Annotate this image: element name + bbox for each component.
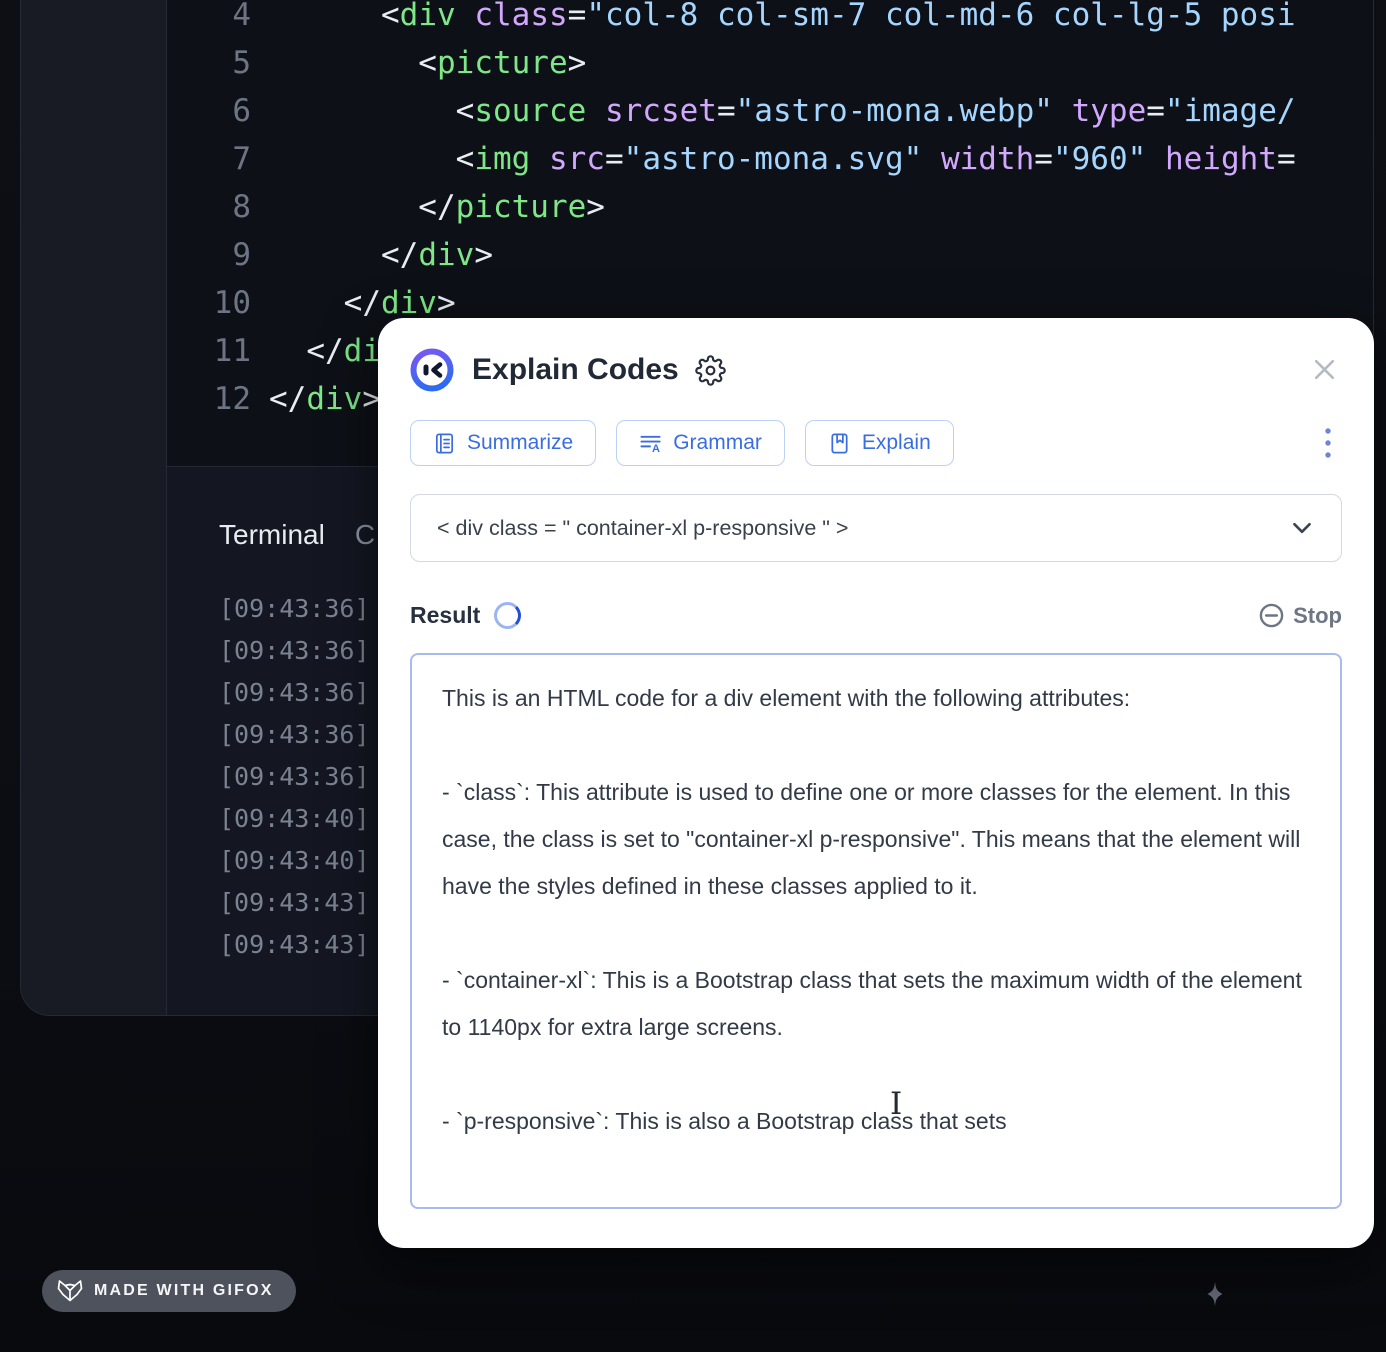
line-number: 5 bbox=[232, 45, 251, 81]
grammar-label: Grammar bbox=[673, 431, 762, 454]
terminal-header: Terminal C bbox=[219, 519, 375, 551]
terminal-log-line: [09:43:36] bbox=[219, 720, 370, 749]
book-bookmark-icon bbox=[831, 433, 848, 453]
code-line[interactable]: 7 <img src="astro-mona.svg" width="960" … bbox=[167, 135, 1373, 183]
stop-button[interactable]: Stop bbox=[1258, 602, 1342, 629]
fox-icon bbox=[57, 1280, 83, 1302]
result-header: Result Stop bbox=[410, 602, 1342, 629]
code-text: <img src="astro-mona.svg" width="960" he… bbox=[269, 141, 1296, 177]
gifox-label: MADE WITH GIFOX bbox=[94, 1282, 274, 1299]
line-number: 10 bbox=[213, 285, 251, 321]
result-paragraph: - `container-xl`: This is a Bootstrap cl… bbox=[442, 967, 1302, 1040]
code-text: <div class="col-8 col-sm-7 col-md-6 col-… bbox=[269, 0, 1296, 33]
dialog-header: Explain Codes bbox=[378, 318, 1374, 392]
terminal-tab[interactable]: Terminal bbox=[219, 519, 325, 551]
stop-label: Stop bbox=[1293, 602, 1342, 628]
terminal-log-line: [09:43:43] bbox=[219, 888, 370, 917]
code-text: </picture> bbox=[269, 189, 605, 225]
code-text: </div> bbox=[269, 381, 381, 417]
line-number: 12 bbox=[213, 381, 251, 417]
explain-label: Explain bbox=[861, 431, 931, 454]
summarize-label: Summarize bbox=[467, 431, 574, 454]
code-line[interactable]: 6 <source srcset="astro-mona.webp" type=… bbox=[167, 87, 1373, 135]
explain-codes-dialog: Explain Codes Summarize A Grammar Explai… bbox=[378, 318, 1374, 1248]
terminal-log-line: [09:43:43] bbox=[219, 930, 370, 959]
line-number: 7 bbox=[232, 141, 251, 177]
code-snippet-select[interactable]: < div class = " container-xl p-responsiv… bbox=[410, 494, 1342, 562]
line-number: 11 bbox=[213, 333, 251, 369]
terminal-log-line: [09:43:36] bbox=[219, 636, 370, 665]
journal-text-icon bbox=[435, 433, 454, 453]
line-number: 4 bbox=[232, 0, 251, 33]
terminal-log-line: [09:43:36] bbox=[219, 594, 370, 623]
result-paragraph: - `p-responsive`: This is also a Bootstr… bbox=[442, 1108, 1007, 1134]
terminal-log-line: [09:43:40] bbox=[219, 804, 370, 833]
selected-snippet: < div class = " container-xl p-responsiv… bbox=[437, 515, 849, 540]
result-paragraph: This is an HTML code for a div element w… bbox=[442, 685, 1131, 711]
text-lines-a-icon: A bbox=[640, 435, 661, 455]
close-button[interactable] bbox=[1311, 356, 1338, 383]
terminal-output[interactable]: [09:43:36] [09:43:36] [09:43:36] [09:43:36]… bbox=[219, 588, 370, 966]
close-icon bbox=[1314, 359, 1335, 380]
code-line[interactable]: 4 <div class="col-8 col-sm-7 col-md-6 co… bbox=[167, 0, 1373, 39]
terminal-log-line: [09:43:40] bbox=[219, 846, 370, 875]
dialog-title: Explain Codes bbox=[472, 353, 679, 386]
code-line[interactable]: 5 <picture> bbox=[167, 39, 1373, 87]
code-text: <picture> bbox=[269, 45, 587, 81]
explain-button[interactable]: Explain bbox=[804, 420, 954, 466]
line-number: 9 bbox=[232, 237, 251, 273]
chevron-down-icon bbox=[1293, 522, 1311, 534]
code-line[interactable]: 8 </picture> bbox=[167, 183, 1373, 231]
settings-button[interactable] bbox=[694, 354, 726, 386]
result-text-area[interactable]: This is an HTML code for a div element w… bbox=[410, 653, 1342, 1209]
sparkle-icon bbox=[1207, 1282, 1223, 1306]
loading-spinner-icon bbox=[494, 602, 522, 629]
result-label: Result bbox=[410, 602, 481, 628]
gear-icon bbox=[694, 354, 726, 386]
code-line[interactable]: 9 </div> bbox=[167, 231, 1373, 279]
line-number: 6 bbox=[232, 93, 251, 129]
summarize-button[interactable]: Summarize bbox=[410, 420, 597, 466]
kebab-menu-icon bbox=[1325, 428, 1331, 458]
grammar-button[interactable]: A Grammar bbox=[616, 420, 785, 466]
minus-circle-icon bbox=[1259, 603, 1284, 628]
code-text: </div> bbox=[269, 237, 493, 273]
terminal-log-line: [09:43:36] bbox=[219, 762, 370, 791]
terminal-log-line: [09:43:36] bbox=[219, 678, 370, 707]
dialog-actions: Summarize A Grammar Explain bbox=[410, 420, 1342, 466]
editor-sidebar bbox=[21, 0, 166, 1015]
page: { "editor": { "lines": [ { "num": "4", "… bbox=[0, 0, 1386, 1352]
svg-text:A: A bbox=[652, 443, 660, 455]
terminal-tab-partial[interactable]: C bbox=[355, 519, 375, 551]
more-options-button[interactable] bbox=[1322, 426, 1334, 462]
gifox-watermark-badge[interactable]: MADE WITH GIFOX bbox=[42, 1270, 296, 1312]
result-paragraph: - `class`: This attribute is used to def… bbox=[442, 779, 1301, 899]
line-number: 8 bbox=[232, 189, 251, 225]
explain-codes-logo-icon bbox=[410, 348, 454, 392]
code-text: <source srcset="astro-mona.webp" type="i… bbox=[269, 93, 1296, 129]
